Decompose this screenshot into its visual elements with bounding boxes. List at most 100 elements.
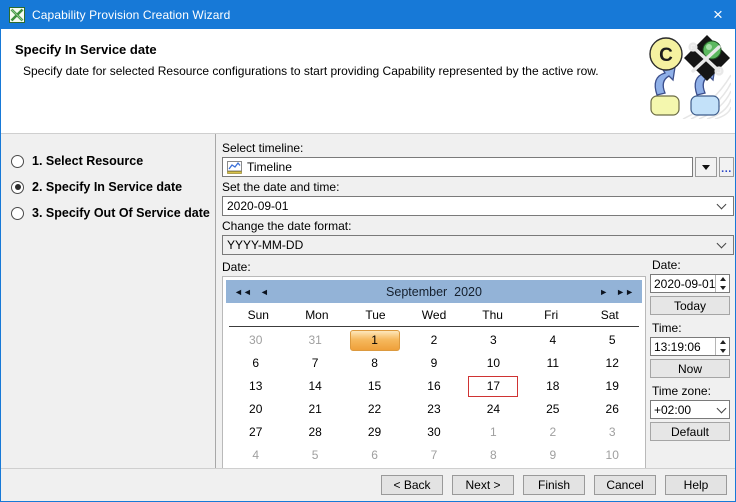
calendar-day-cell[interactable]: 14 — [285, 375, 344, 398]
spin-down-button[interactable] — [716, 284, 729, 293]
calendar-day-cell[interactable]: 19 — [583, 375, 642, 398]
calendar-day: 20 — [231, 399, 281, 420]
timeline-browse-button[interactable]: ... — [719, 157, 734, 177]
calendar-day-cell[interactable]: 13 — [226, 375, 285, 398]
radio-button-icon[interactable] — [11, 155, 24, 168]
calendar-day-cell[interactable]: 9 — [404, 352, 463, 375]
calendar-day: 30 — [231, 330, 281, 351]
calendar-day-cell[interactable]: 16 — [404, 375, 463, 398]
datetime-combobox[interactable]: 2020-09-01 — [222, 196, 734, 216]
calendar-day-cell[interactable]: 30 — [404, 421, 463, 444]
calendar-day: 14 — [290, 376, 340, 397]
calendar-day: 5 — [290, 445, 340, 466]
calendar-day-cell[interactable]: 15 — [345, 375, 404, 398]
timeline-label: Select timeline: — [222, 141, 734, 155]
calendar-day-cell[interactable]: 6 — [345, 444, 404, 467]
calendar-day: 28 — [290, 422, 340, 443]
next-button[interactable]: Next > — [452, 475, 514, 495]
calendar-day: 25 — [528, 399, 578, 420]
today-button[interactable]: Today — [650, 296, 730, 315]
back-button[interactable]: < Back — [381, 475, 443, 495]
wizard-header: Specify In Service date Specify date for… — [1, 29, 735, 134]
calendar-day: 10 — [468, 353, 518, 374]
calendar-day-cell[interactable]: 5 — [583, 329, 642, 352]
calendar-day-cell[interactable]: 2 — [523, 421, 582, 444]
calendar-day-cell[interactable]: 21 — [285, 398, 344, 421]
default-button[interactable]: Default — [650, 422, 730, 441]
date-label: Date: — [222, 260, 646, 274]
calendar-day-cell[interactable]: 9 — [523, 444, 582, 467]
prev-year-button[interactable]: ◄◄ — [226, 287, 256, 297]
calendar-day-cell[interactable]: 29 — [345, 421, 404, 444]
now-button[interactable]: Now — [650, 359, 730, 378]
close-button[interactable]: × — [701, 1, 735, 29]
calendar-day-cell[interactable]: 8 — [345, 352, 404, 375]
next-year-button[interactable]: ►► — [612, 287, 642, 297]
time-spinner[interactable]: 13:19:06 — [650, 337, 730, 356]
calendar-day-cell[interactable]: 17 — [464, 375, 523, 398]
calendar-dayname: Tue — [346, 308, 405, 322]
calendar-day-cell[interactable]: 27 — [226, 421, 285, 444]
calendar-day-cell[interactable]: 3 — [583, 421, 642, 444]
timezone-combobox[interactable]: +02:00 — [650, 400, 730, 419]
calendar-day-cell[interactable]: 10 — [464, 352, 523, 375]
calendar-day-cell[interactable]: 4 — [523, 329, 582, 352]
spin-up-button[interactable] — [716, 275, 729, 284]
format-combobox[interactable]: YYYY-MM-DD — [222, 235, 734, 255]
datetime-label: Set the date and time: — [222, 180, 734, 194]
calendar-dayname: Mon — [288, 308, 347, 322]
calendar-day-cell[interactable]: 7 — [285, 352, 344, 375]
date-spinner-value: 2020-09-01 — [651, 275, 715, 292]
spin-up-button[interactable] — [716, 338, 729, 347]
calendar-day: 11 — [528, 353, 578, 374]
calendar-day-cell[interactable]: 10 — [583, 444, 642, 467]
calendar-day-cell[interactable]: 24 — [464, 398, 523, 421]
calendar-day: 1 — [468, 422, 518, 443]
radio-button-icon[interactable] — [11, 207, 24, 220]
wizard-step[interactable]: 2. Specify In Service date — [11, 180, 215, 194]
calendar-day-cell[interactable]: 11 — [523, 352, 582, 375]
calendar-day-cell[interactable]: 2 — [404, 329, 463, 352]
timeline-dropdown-button[interactable] — [695, 157, 717, 177]
next-month-button[interactable]: ► — [595, 287, 612, 297]
window-title: Capability Provision Creation Wizard — [32, 8, 701, 22]
calendar-day-cell[interactable]: 18 — [523, 375, 582, 398]
calendar-day-cell[interactable]: 6 — [226, 352, 285, 375]
calendar-day-cell[interactable]: 23 — [404, 398, 463, 421]
calendar-day-cell[interactable]: 28 — [285, 421, 344, 444]
calendar-day-cell[interactable]: 31 — [285, 329, 344, 352]
calendar-day: 23 — [409, 399, 459, 420]
chevron-down-icon — [717, 239, 727, 249]
calendar-column: Date: ◄◄ ◄ September 2020 ► ►► SunMonTue… — [222, 257, 646, 478]
time-spinner-value: 13:19:06 — [651, 338, 715, 355]
wizard-step[interactable]: 1. Select Resource — [11, 154, 215, 168]
spin-down-button[interactable] — [716, 347, 729, 356]
wizard-steps: 1. Select Resource 2. Specify In Service … — [1, 134, 216, 468]
calendar-day-cell[interactable]: 26 — [583, 398, 642, 421]
wizard-step[interactable]: 3. Specify Out Of Service date — [11, 206, 215, 220]
calendar-day-cell[interactable]: 7 — [404, 444, 463, 467]
radio-button-icon[interactable] — [11, 181, 24, 194]
date-spinner[interactable]: 2020-09-01 — [650, 274, 730, 293]
calendar-day: 3 — [587, 422, 637, 443]
timeline-combobox[interactable]: Timeline — [222, 157, 693, 177]
calendar-day-cell[interactable]: 5 — [285, 444, 344, 467]
prev-month-button[interactable]: ◄ — [256, 287, 273, 297]
calendar-day-cell[interactable]: 25 — [523, 398, 582, 421]
calendar-day-cell[interactable]: 4 — [226, 444, 285, 467]
timezone-value: +02:00 — [654, 403, 714, 417]
help-button[interactable]: Help — [665, 475, 727, 495]
calendar-day: 5 — [587, 330, 637, 351]
calendar-day-cell[interactable]: 3 — [464, 329, 523, 352]
calendar-day-cell[interactable]: 1 — [345, 329, 404, 352]
calendar-day-cell[interactable]: 12 — [583, 352, 642, 375]
calendar-day-cell[interactable]: 8 — [464, 444, 523, 467]
calendar-day-cell[interactable]: 1 — [464, 421, 523, 444]
finish-button[interactable]: Finish — [523, 475, 585, 495]
calendar-day-cell[interactable]: 22 — [345, 398, 404, 421]
cancel-button[interactable]: Cancel — [594, 475, 656, 495]
calendar-day: 21 — [290, 399, 340, 420]
calendar-day: 22 — [350, 399, 400, 420]
calendar-day-cell[interactable]: 20 — [226, 398, 285, 421]
calendar-day-cell[interactable]: 30 — [226, 329, 285, 352]
